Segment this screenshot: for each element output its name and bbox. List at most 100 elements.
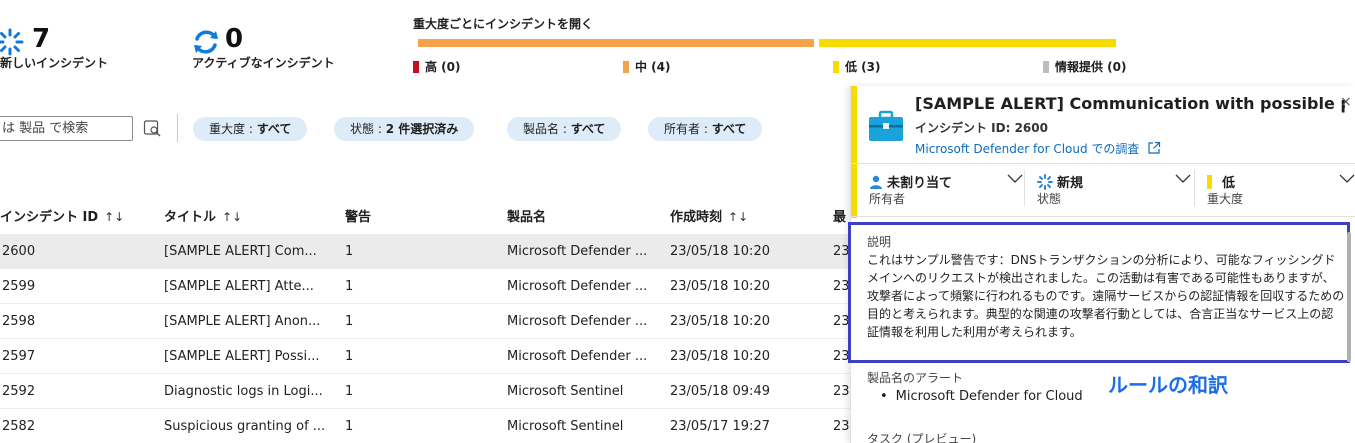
search-input[interactable]: は 製品 で検索 xyxy=(0,116,133,141)
description-text: これはサンプル警告です：DNSトランザクションの分析により、可能なフィッシングド… xyxy=(867,253,1345,339)
legend-informational[interactable]: 情報提供 (0) xyxy=(1043,58,1127,75)
legend-high-swatch xyxy=(413,60,419,73)
legend-low-label: 低 (3) xyxy=(845,60,881,74)
filter-status-key: 状態 : xyxy=(350,122,386,136)
cell-product: Microsoft Defender ... xyxy=(507,279,648,294)
severity-dropdown[interactable]: 低 重大度 xyxy=(1207,170,1355,206)
cell-incident-id: 2592 xyxy=(2,384,36,399)
filter-owner[interactable]: 所有者 : すべて xyxy=(648,117,763,141)
column-header-product[interactable]: 製品名 xyxy=(507,206,546,225)
cell-incident-id: 2598 xyxy=(2,314,36,329)
owner-label: 所有者 xyxy=(869,192,906,206)
column-header-created-label: 作成時刻 xyxy=(670,210,723,225)
column-header-alerts-label: 警告 xyxy=(345,210,372,225)
severity-bar-low[interactable] xyxy=(819,39,1116,47)
owner-dropdown[interactable]: 未割り当て 所有者 xyxy=(869,170,1029,206)
cell-last-updated: 23 xyxy=(833,419,850,434)
status-label: 状態 xyxy=(1037,192,1062,206)
new-incidents-count: 7 xyxy=(32,24,51,54)
column-header-incident-id[interactable]: インシデント ID ↑↓ xyxy=(0,206,124,225)
chevron-down-icon xyxy=(1339,174,1355,183)
legend-low[interactable]: 低 (3) xyxy=(833,58,881,75)
status-value: 新規 xyxy=(1037,172,1083,191)
owner-value: 未割り当て xyxy=(869,172,952,191)
cell-alerts: 1 xyxy=(345,419,354,434)
filter-severity[interactable]: 重大度 : すべて xyxy=(193,117,308,141)
filter-owner-value: すべて xyxy=(711,122,747,136)
filter-severity-key: 重大度 : xyxy=(209,122,257,136)
column-header-last-updated[interactable]: 最 xyxy=(833,206,846,225)
column-header-incident-id-label: インシデント ID xyxy=(0,210,99,225)
severity-value: 低 xyxy=(1207,172,1235,191)
severity-bar-medium[interactable] xyxy=(418,39,814,47)
severity-accent-bar xyxy=(851,86,857,218)
cell-product: Microsoft Defender ... xyxy=(507,244,648,259)
cell-product: Microsoft Sentinel xyxy=(507,384,624,399)
chevron-down-icon xyxy=(1175,174,1191,183)
active-incidents-count: 0 xyxy=(225,24,244,54)
description-heading: 説明 xyxy=(867,235,892,249)
close-icon[interactable]: × xyxy=(1340,94,1352,110)
active-incidents-label: アクティブなインシデント xyxy=(192,56,335,70)
status-dropdown[interactable]: 新規 状態 xyxy=(1037,170,1197,206)
legend-medium[interactable]: 中 (4) xyxy=(623,58,671,75)
search-filter-icon[interactable] xyxy=(143,118,163,138)
column-header-alerts[interactable]: 警告 xyxy=(345,206,371,225)
cell-alerts: 1 xyxy=(345,314,354,329)
column-header-last-updated-label: 最 xyxy=(833,210,847,225)
table-row[interactable]: 2582 Suspicious granting of ... 1 Microsoft… xyxy=(0,409,860,443)
severity-value-text: 低 xyxy=(1222,176,1236,191)
cell-alerts: 1 xyxy=(345,349,354,364)
table-row[interactable]: 2598 [SAMPLE ALERT] Anon... 1 Microsoft Def… xyxy=(0,304,860,339)
new-incidents-label: 新しいインシデント xyxy=(0,56,109,70)
product-alert-item-label: Microsoft Defender for Cloud xyxy=(895,389,1083,404)
legend-high[interactable]: 高 (0) xyxy=(413,58,461,75)
panel-scrollbar[interactable] xyxy=(1347,232,1351,362)
product-alerts-heading: 製品名のアラート xyxy=(867,371,964,385)
cell-incident-id: 2600 xyxy=(2,244,36,259)
table-row[interactable]: 2600 [SAMPLE ALERT] Com... 1 Microsoft Defe… xyxy=(0,234,860,269)
cell-product: Microsoft Defender ... xyxy=(507,349,648,364)
external-link-icon xyxy=(1148,141,1161,154)
table-row[interactable]: 2599 [SAMPLE ALERT] Atte... 1 Microsoft Def… xyxy=(0,269,860,304)
filter-status[interactable]: 状態 : 2 件選択済み xyxy=(334,117,475,141)
cell-incident-id: 2582 xyxy=(2,419,36,434)
legend-medium-swatch xyxy=(623,60,629,73)
filter-product[interactable]: 製品名 : すべて xyxy=(507,117,622,141)
severity-swatch xyxy=(1207,174,1212,189)
briefcase-icon xyxy=(869,110,903,141)
investigate-link-label: Microsoft Defender for Cloud での調査 xyxy=(915,142,1140,156)
translation-annotation: ルールの和訳 xyxy=(1108,373,1228,397)
cell-last-updated: 23 xyxy=(833,384,850,399)
owner-value-text: 未割り当て xyxy=(887,176,953,191)
cell-title: Diagnostic logs in Logi... xyxy=(164,384,323,399)
severity-chart-title: 重大度ごとにインシデントを開く xyxy=(413,17,594,31)
legend-medium-label: 中 (4) xyxy=(635,60,671,74)
cell-created: 23/05/17 19:27 xyxy=(670,419,770,434)
cell-title: [SAMPLE ALERT] Possi... xyxy=(164,349,320,364)
sort-icon: ↑↓ xyxy=(222,210,243,224)
cell-title: [SAMPLE ALERT] Anon... xyxy=(164,314,321,329)
cell-title: [SAMPLE ALERT] Atte... xyxy=(164,279,314,294)
column-header-title[interactable]: タイトル ↑↓ xyxy=(164,206,242,225)
legend-informational-swatch xyxy=(1043,60,1049,73)
filter-product-key: 製品名 : xyxy=(523,122,571,136)
table-row[interactable]: 2597 [SAMPLE ALERT] Possi... 1 Microsoft De… xyxy=(0,339,860,374)
table-row[interactable]: 2592 Diagnostic logs in Logi... 1 Microsoft… xyxy=(0,374,860,409)
sort-icon: ↑↓ xyxy=(104,210,125,224)
cell-incident-id: 2597 xyxy=(2,349,36,364)
legend-low-swatch xyxy=(833,60,839,73)
investigate-link[interactable]: Microsoft Defender for Cloud での調査 xyxy=(915,140,1161,157)
cell-created: 23/05/18 10:20 xyxy=(670,244,770,259)
tasks-heading: タスク (プレビュー) xyxy=(867,432,977,443)
filter-status-value: 2 件選択済み xyxy=(385,122,459,136)
chevron-down-icon xyxy=(1007,174,1023,183)
dropdown-divider xyxy=(1024,170,1025,206)
column-header-created[interactable]: 作成時刻 ↑↓ xyxy=(670,206,748,225)
cell-title: [SAMPLE ALERT] Com... xyxy=(164,244,317,259)
incident-title: [SAMPLE ALERT] Communication with possib… xyxy=(915,94,1345,113)
cell-created: 23/05/18 10:20 xyxy=(670,314,770,329)
filter-product-value: すべて xyxy=(570,122,606,136)
cell-product: Microsoft Defender ... xyxy=(507,314,648,329)
dropdown-divider xyxy=(1194,170,1195,206)
